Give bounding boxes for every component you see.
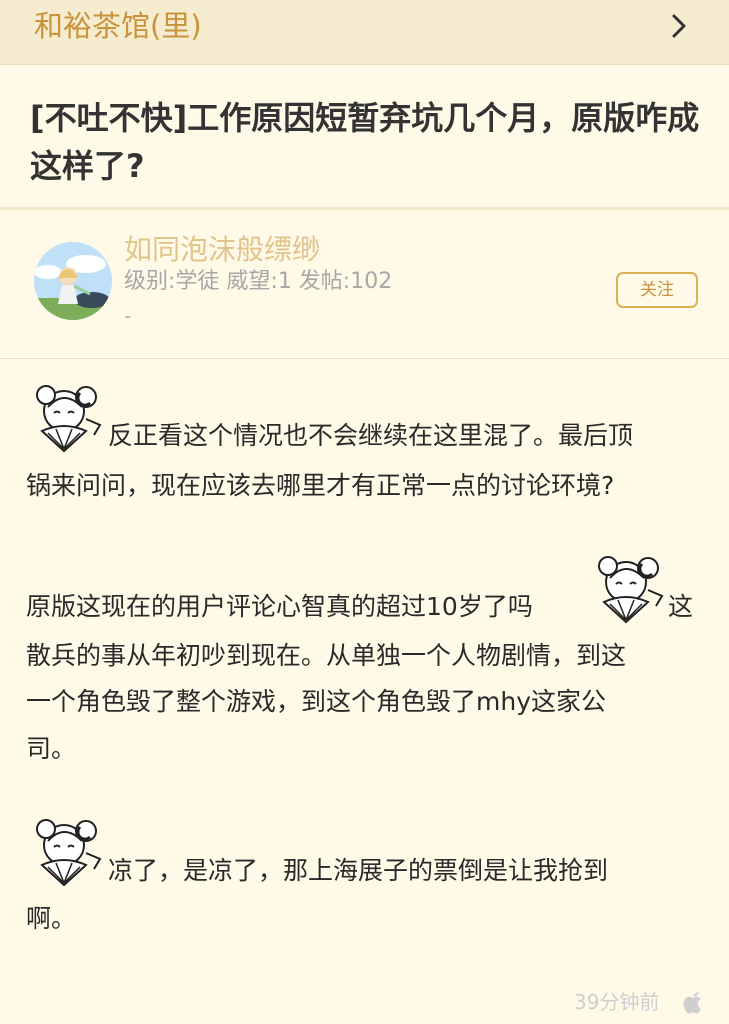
post-content-line: 原版这现在的用户评论心智真的超过10岁了吗	[26, 592, 533, 621]
author-signature: -	[124, 304, 132, 328]
post-content-line: 凉了，是凉了，那上海展子的票倒是让我抢到	[108, 856, 609, 885]
author-name[interactable]: 如同泡沫般缥缈	[124, 231, 320, 269]
post-content-line: 啊。	[26, 904, 77, 933]
chevron-right-icon[interactable]	[668, 12, 690, 40]
post-content-line: 散兵的事从年初吵到现在。从单独一个人物剧情，到这	[26, 641, 627, 670]
forum-name[interactable]: 和裕茶馆(里)	[34, 6, 202, 46]
sticker-girl-fan-icon	[598, 556, 664, 624]
post-content-line: 反正看这个情况也不会继续在这里混了。最后顶	[108, 421, 634, 450]
avatar[interactable]	[34, 242, 112, 320]
title-divider	[0, 207, 729, 210]
post-content-line: 这	[668, 592, 694, 621]
author-divider	[0, 358, 729, 359]
post-title: [不吐不快]工作原因短暂弃坑几个月，原版咋成这样了?	[30, 99, 700, 185]
forum-header-bar[interactable]: 和裕茶馆(里)	[0, 0, 729, 65]
follow-button[interactable]: 关注	[616, 272, 698, 308]
post-time: 39分钟前	[574, 990, 660, 1014]
apple-icon	[683, 992, 701, 1014]
sticker-girl-fan-icon	[36, 385, 102, 453]
post-content-line: 一个角色毁了整个游戏，到这个角色毁了mhy这家公	[26, 687, 606, 716]
sticker-girl-fan-icon	[36, 819, 102, 887]
post-content-line: 锅来问问，现在应该去哪里才有正常一点的讨论环境?	[26, 471, 615, 500]
post-page: 和裕茶馆(里) [不吐不快]工作原因短暂弃坑几个月，原版咋成这样了? 如同泡沫般…	[0, 0, 729, 1024]
post-content-line: 司。	[26, 734, 77, 763]
author-stats: 级别:学徒 威望:1 发帖:102	[124, 269, 393, 294]
